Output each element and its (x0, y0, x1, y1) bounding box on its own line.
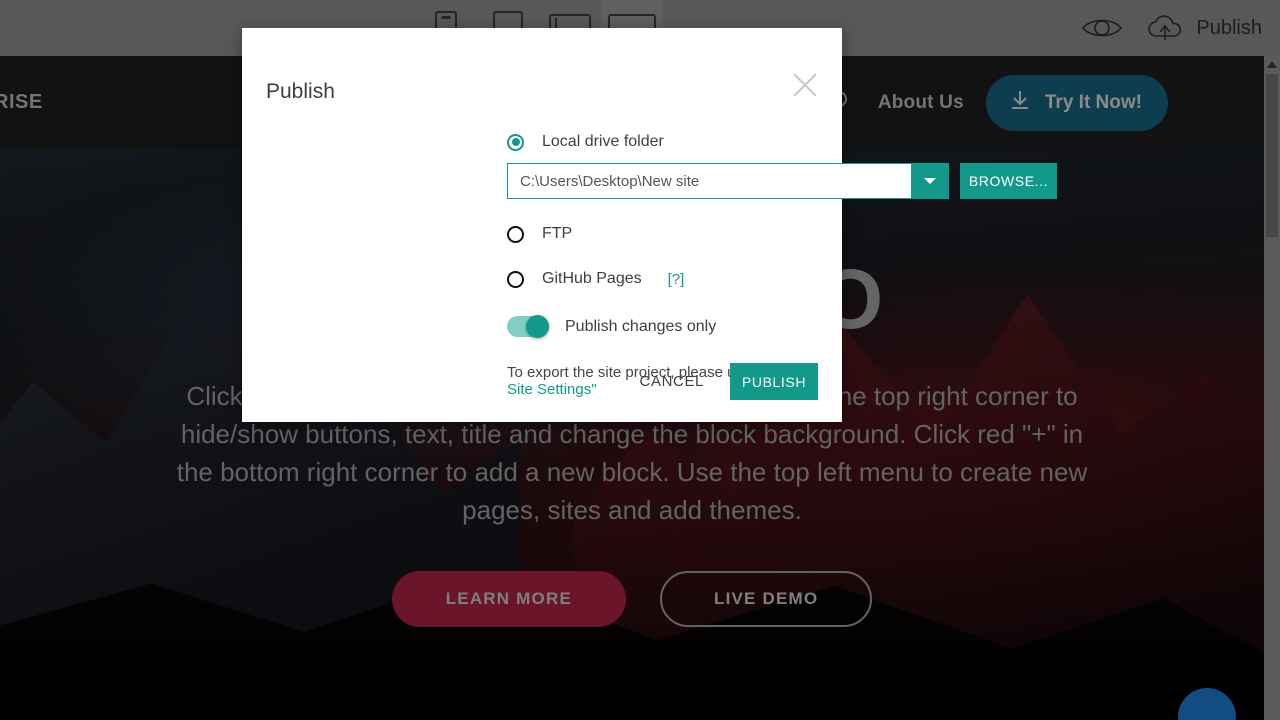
radio-option-github-pages[interactable]: GitHub Pages [?] (507, 270, 684, 288)
radio-option-ftp[interactable]: FTP (507, 225, 572, 243)
github-pages-help-link[interactable]: [?] (668, 271, 685, 288)
publish-dialog: Publish Local drive folder BROWSE... FTP (242, 28, 1057, 422)
publish-changes-only-toggle[interactable] (507, 315, 549, 338)
close-icon[interactable] (790, 70, 820, 100)
editor-window: RISE About Us Try It Now! Click the top … (0, 0, 1280, 720)
radio-option-local-drive[interactable]: Local drive folder (507, 133, 664, 151)
radio-label-github-pages: GitHub Pages (542, 270, 642, 287)
publish-path-row: BROWSE... (507, 163, 1057, 199)
publish-changes-only-label: Publish changes only (565, 317, 717, 335)
publish-button[interactable]: PUBLISH (730, 363, 818, 400)
path-dropdown-button[interactable] (911, 163, 949, 199)
radio-label-local-drive: Local drive folder (542, 133, 664, 150)
radio-label-ftp: FTP (542, 225, 573, 242)
chevron-down-icon (924, 178, 936, 184)
publish-changes-only-row[interactable]: Publish changes only (507, 315, 717, 338)
cancel-button[interactable]: CANCEL (634, 365, 710, 398)
publish-path-input[interactable] (507, 163, 911, 199)
radio-button-github-pages[interactable] (507, 270, 524, 288)
dialog-actions: CANCEL PUBLISH (634, 363, 818, 400)
browse-button[interactable]: BROWSE... (960, 163, 1057, 199)
dialog-title: Publish (266, 80, 335, 103)
radio-button-local-drive[interactable] (507, 133, 524, 151)
radio-button-ftp[interactable] (507, 225, 524, 243)
